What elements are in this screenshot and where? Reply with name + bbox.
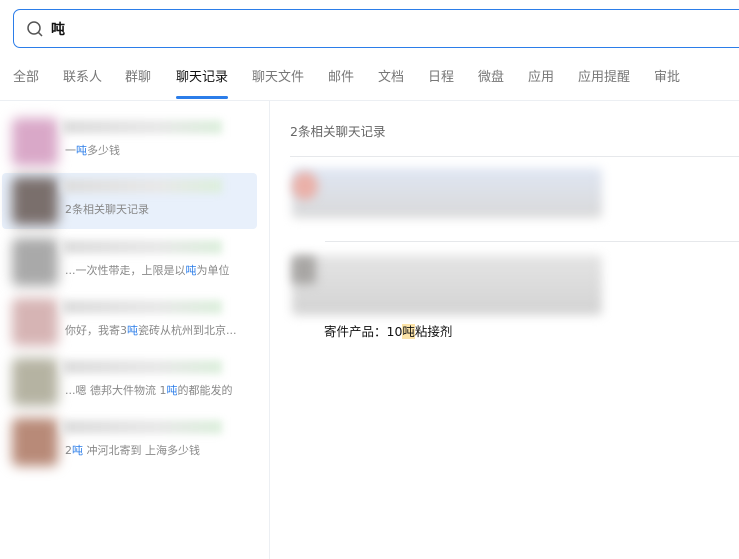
avatar [12,177,58,225]
avatar [12,298,58,346]
result-item[interactable]: ...一次性带走，上限是以吨为单位 [2,234,257,290]
divider [325,241,739,242]
result-item[interactable]: 2条相关聊天记录 [2,173,257,229]
divider [269,101,270,559]
avatar [12,358,58,406]
tab-apps[interactable]: 应用 [528,66,554,85]
matched-message[interactable]: 寄件产品：10吨粘接剂 [324,321,452,340]
snippet: 一吨多少钱 [65,144,120,157]
contact-name-blurred [62,120,222,134]
message-blurred[interactable] [292,168,602,218]
search-input[interactable] [51,20,651,37]
snippet: 2条相关聊天记录 [65,203,149,216]
search-box[interactable] [13,9,739,48]
avatar [12,118,58,166]
tab-contacts[interactable]: 联系人 [63,66,102,85]
avatar [12,418,58,466]
snippet: ...嗯 德邦大件物流 1吨的都能发的 [65,384,233,397]
tab-calendar[interactable]: 日程 [428,66,454,85]
tab-drive[interactable]: 微盘 [478,66,504,85]
tab-all[interactable]: 全部 [13,66,39,85]
message-blurred[interactable] [292,255,602,315]
tab-chat-files[interactable]: 聊天文件 [252,66,304,85]
contact-name-blurred [62,240,222,254]
tab-docs[interactable]: 文档 [378,66,404,85]
contact-name-blurred [62,300,222,314]
active-tab-indicator [176,96,228,99]
result-item[interactable]: ...嗯 德邦大件物流 1吨的都能发的 [2,354,257,410]
category-tabs: 全部 联系人 群聊 聊天记录 聊天文件 邮件 文档 日程 微盘 应用 应用提醒 … [0,64,739,100]
contact-name-blurred [62,360,222,374]
tab-approval[interactable]: 审批 [654,66,680,85]
divider [290,156,739,157]
search-icon [27,20,43,37]
tab-chat-records[interactable]: 聊天记录 [176,66,228,85]
tab-app-reminders[interactable]: 应用提醒 [578,66,630,85]
avatar [292,256,316,284]
tab-groups[interactable]: 群聊 [125,66,151,85]
result-item[interactable]: 一吨多少钱 [2,114,257,170]
result-item[interactable]: 2吨 冲河北寄到 上海多少钱 [2,414,257,470]
avatar [292,172,318,200]
snippet: 你好，我寄3吨瓷砖从杭州到北京... [65,324,237,337]
result-item[interactable]: 你好，我寄3吨瓷砖从杭州到北京... [2,294,257,350]
tab-mail[interactable]: 邮件 [328,66,354,85]
avatar [12,238,58,286]
snippet: ...一次性带走，上限是以吨为单位 [65,264,230,277]
detail-title: 2条相关聊天记录 [290,124,386,139]
contact-name-blurred [62,420,222,434]
contact-name-blurred [62,179,222,193]
snippet: 2吨 冲河北寄到 上海多少钱 [65,444,200,457]
divider [0,100,739,101]
